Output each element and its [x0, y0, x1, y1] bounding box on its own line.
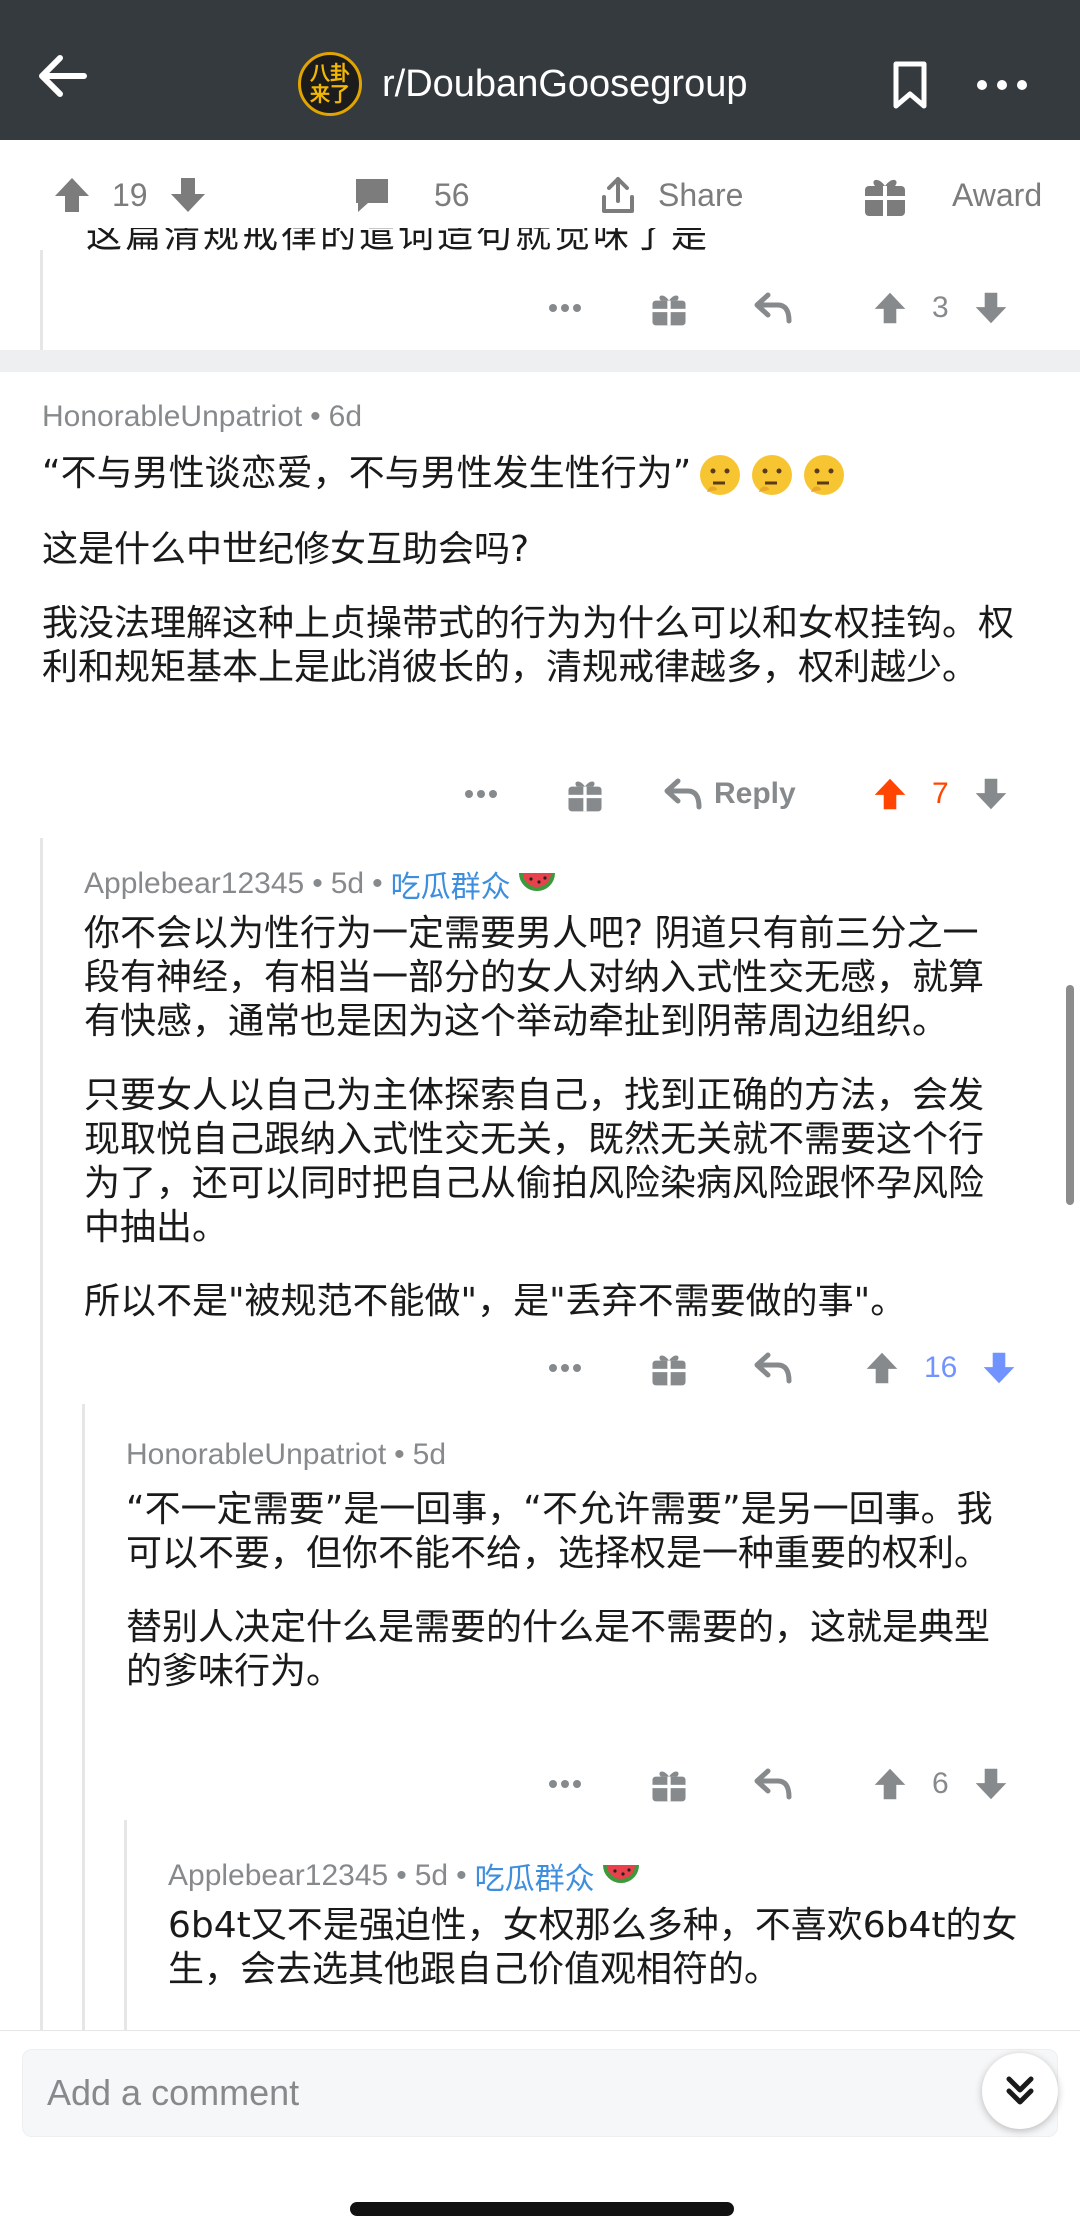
more-options-button[interactable]	[548, 1754, 582, 1814]
upvote-icon-active[interactable]	[872, 776, 908, 812]
comment-paragraph: 只要女人以自己为主体探索自己，找到正确的方法，会发现取悦自己跟纳入式性交无关，既…	[84, 1075, 985, 1248]
jump-to-next-button[interactable]	[982, 2053, 1058, 2129]
more-dots-icon	[549, 1364, 581, 1372]
vote-group: 6	[872, 1754, 1009, 1814]
add-comment-input[interactable]: Add a comment	[22, 2049, 1058, 2137]
award-button[interactable]	[650, 278, 688, 338]
vote-count: 7	[932, 777, 949, 810]
watermelon-icon	[518, 872, 555, 891]
award-button[interactable]	[566, 764, 604, 824]
comment-author[interactable]: Applebear12345	[84, 867, 304, 901]
downvote-icon[interactable]	[973, 1766, 1009, 1802]
comment-body: 6b4t又不是强迫性，女权那么多种，不喜欢6b4t的女生，会去选其他跟自己价值观…	[168, 1904, 1048, 2022]
home-indicator	[350, 2202, 734, 2216]
vote-count: 3	[932, 291, 949, 324]
thread-line	[124, 1820, 127, 2030]
comment-paragraph: 你不会以为性行为一定需要男人吧? 阴道只有前三分之一段有神经，有相当一部分的女人…	[84, 913, 985, 1042]
comment-paragraph: “不一定需要”是一回事，“不允许需要”是另一回事。我可以不要，但你不能不给，选择…	[126, 1489, 993, 1574]
comment-body: 你不会以为性行为一定需要男人吧? 阴道只有前三分之一段有神经，有相当一部分的女人…	[84, 912, 1014, 1354]
award-gift-icon	[652, 293, 686, 326]
more-dots-icon	[549, 304, 581, 312]
more-dots-icon	[465, 790, 497, 798]
comment-age: 6d	[328, 400, 363, 433]
reply-button[interactable]	[754, 1754, 792, 1814]
downvote-icon[interactable]	[973, 290, 1009, 326]
award-gift-icon	[652, 1353, 686, 1386]
comment-meta: HonorableUnpatriot • 6d	[42, 400, 363, 434]
reply-arrow-icon	[754, 1352, 792, 1384]
vote-count: 6	[932, 1767, 949, 1800]
reply-arrow-icon	[664, 778, 702, 810]
comment-meta: HonorableUnpatriot • 5d	[126, 1438, 447, 1472]
comments-list: 这篇清规戒律的遣词造句就觉味了是 3 HonorableUnpatriot • …	[0, 0, 1080, 2030]
vote-group: 7	[872, 764, 1009, 824]
reply-button[interactable]	[754, 278, 792, 338]
vote-count: 16	[924, 1351, 958, 1384]
comment-text-cutoff: 这篇清规戒律的遣词造句就觉味了是	[86, 228, 711, 256]
comment-paragraph: “不与男性谈恋爱，不与男性发生性行为”	[42, 453, 692, 494]
vote-group: 3	[872, 278, 1009, 338]
downvote-icon[interactable]	[973, 776, 1009, 812]
reply-arrow-icon	[754, 292, 792, 324]
thinking-face-emoji	[804, 455, 845, 495]
comment-meta: Applebear12345 • 5d • 吃瓜群众	[84, 862, 555, 906]
award-button[interactable]	[650, 1754, 688, 1814]
award-gift-icon	[652, 1769, 686, 1802]
comment-paragraph: 替别人决定什么是需要的什么是不需要的，这就是典型的爹味行为。	[126, 1607, 991, 1692]
comment-age: 5d	[414, 1859, 449, 1892]
comment-age: 5d	[412, 1438, 447, 1471]
comment-author[interactable]: HonorableUnpatriot	[126, 1438, 386, 1472]
more-options-button[interactable]	[548, 278, 582, 338]
comment-author[interactable]: Applebear12345	[168, 1859, 388, 1893]
comment-body: “不一定需要”是一回事，“不允许需要”是另一回事。我可以不要，但你不能不给，选择…	[126, 1488, 1016, 1724]
vote-group: 16	[864, 1338, 1017, 1398]
scrollbar[interactable]	[1066, 985, 1074, 1205]
comment-body: “不与男性谈恋爱，不与男性发生性行为” 这是什么中世纪修女互助会吗? 我没法理解…	[42, 452, 1032, 720]
comment-paragraph: 所以不是"被规范不能做"，是"丢弃不需要做的事"。	[84, 1281, 907, 1322]
comment-actions: 16	[0, 1338, 1080, 1398]
reply-arrow-icon	[754, 1768, 792, 1800]
upvote-icon[interactable]	[872, 290, 908, 326]
award-button[interactable]	[650, 1338, 688, 1398]
comment-paragraph: 这是什么中世纪修女互助会吗?	[42, 529, 530, 570]
watermelon-icon	[602, 1864, 639, 1883]
comment-actions: 6	[0, 1754, 1080, 1814]
reply-button[interactable]	[754, 1338, 792, 1398]
user-flair: 吃瓜群众	[390, 871, 511, 904]
comment-meta: Applebear12345 • 5d • 吃瓜群众	[168, 1854, 639, 1898]
more-options-button[interactable]	[464, 764, 498, 824]
more-dots-icon	[549, 1780, 581, 1788]
upvote-icon[interactable]	[864, 1350, 900, 1386]
comment-actions: 3	[0, 278, 1080, 338]
thread-line	[82, 1404, 85, 2030]
thread-line	[40, 838, 43, 2030]
reply-label: Reply	[714, 777, 796, 810]
thread-separator	[0, 350, 1080, 372]
comment-actions: Reply 7	[0, 764, 1080, 824]
comment-author[interactable]: HonorableUnpatriot	[42, 400, 302, 434]
user-flair: 吃瓜群众	[474, 1863, 595, 1896]
double-chevron-down-icon	[1006, 2076, 1034, 2105]
upvote-icon[interactable]	[872, 1766, 908, 1802]
comment-paragraph: 我没法理解这种上贞操带式的行为为什么可以和女权挂钩。权利和规矩基本上是此消彼长的…	[42, 603, 1015, 688]
add-comment-bar: Add a comment	[0, 2030, 1080, 2161]
more-options-button[interactable]	[548, 1338, 582, 1398]
comment-paragraph: 6b4t又不是强迫性，女权那么多种，不喜欢6b4t的女生，会去选其他跟自己价值观…	[168, 1905, 1018, 1990]
thinking-face-emoji	[752, 455, 793, 495]
comment-age: 5d	[330, 867, 365, 900]
award-gift-icon	[568, 779, 602, 812]
thinking-face-emoji	[700, 455, 741, 495]
downvote-icon-active[interactable]	[981, 1350, 1017, 1386]
reply-button[interactable]: Reply	[664, 764, 796, 824]
